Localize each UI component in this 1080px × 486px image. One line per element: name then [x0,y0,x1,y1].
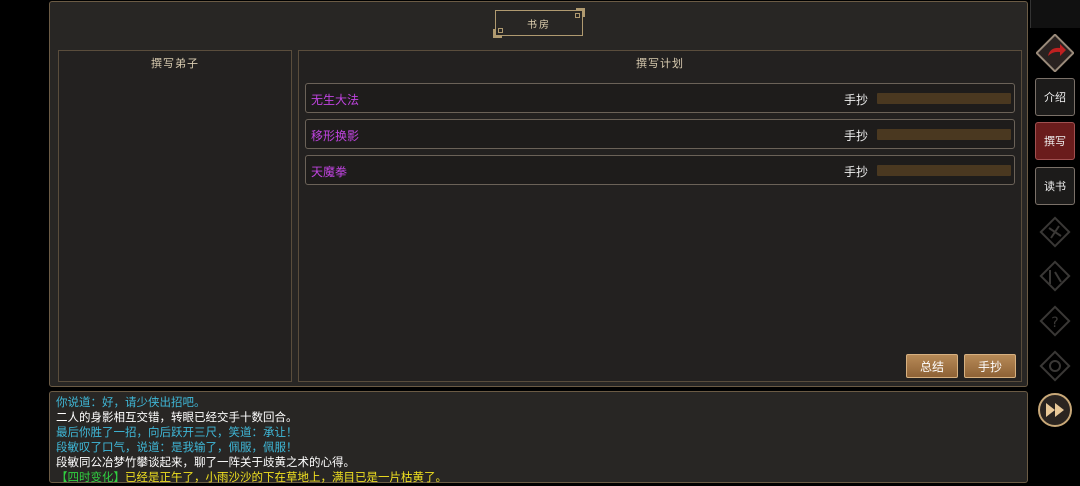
disciple-panel-title: 撰写弟子 [151,57,199,70]
plan-method: 手抄 [844,165,869,179]
help-icon: ? [1039,305,1071,337]
tab-read[interactable]: 读书 [1035,167,1075,205]
plan-progress-bar [877,129,1011,140]
plan-panel: 撰写计划 无生大法 手抄 移形换影 手抄 天魔拳 手抄 总结 手抄 [298,50,1022,382]
log-text: 已经是正午了，小雨沙沙的下在草地上，满目已是一片枯黄了。 [125,470,447,484]
window-title-box: 书房 [493,8,585,38]
plan-name: 天魔拳 [311,165,348,179]
log-tag: 【四时变化】 [56,470,125,484]
message-log[interactable]: 你说道：好，请少侠出招吧。 二人的身影相互交错，转眼已经交手十数回合。 最后你胜… [49,391,1028,485]
sect-icon [1039,260,1071,292]
plan-method: 手抄 [844,93,869,107]
title-corner-ornament [575,13,580,18]
summary-button[interactable]: 总结 [906,354,958,378]
log-line: 段敏叹了口气，说道：是我输了，佩服，佩服！ [56,440,298,454]
fast-forward-icon[interactable] [1037,392,1073,428]
back-icon[interactable] [1036,34,1074,72]
plan-progress-bar [877,165,1011,176]
title-corner-ornament [498,28,503,33]
log-line: 最后你胜了一招，向后跃开三尺，笑道：承让！ [56,425,298,439]
sidebar-top-strip [1030,0,1080,28]
log-line: 【四时变化】已经是正午了，小雨沙沙的下在草地上，满目已是一片枯黄了。 [56,470,1021,485]
plan-panel-title: 撰写计划 [636,57,684,70]
settings-gear-icon [1039,350,1071,382]
log-line: 段敏同公冶梦竹攀谈起来，聊了一阵关于歧黄之术的心得。 [56,455,355,469]
tab-write[interactable]: 撰写 [1035,122,1075,160]
tab-intro[interactable]: 介绍 [1035,78,1075,116]
study-window: 书房 撰写弟子 撰写计划 无生大法 手抄 移形换影 手抄 天魔拳 手抄 总结 手… [49,1,1028,387]
plan-method: 手抄 [844,129,869,143]
plan-row[interactable]: 无生大法 手抄 [305,83,1015,113]
plan-progress-bar [877,93,1011,104]
log-line: 你说道：好，请少侠出招吧。 [56,395,206,409]
plan-row[interactable]: 天魔拳 手抄 [305,155,1015,185]
plan-name: 无生大法 [311,93,360,107]
disciple-panel: 撰写弟子 [58,50,292,382]
copy-button[interactable]: 手抄 [964,354,1016,378]
plan-name: 移形换影 [311,129,360,143]
log-line: 二人的身影相互交错，转眼已经交手十数回合。 [56,410,298,424]
window-title: 书房 [527,19,551,31]
plan-row[interactable]: 移形换影 手抄 [305,119,1015,149]
svg-text:?: ? [1051,315,1058,331]
martial-art-icon [1039,216,1071,248]
